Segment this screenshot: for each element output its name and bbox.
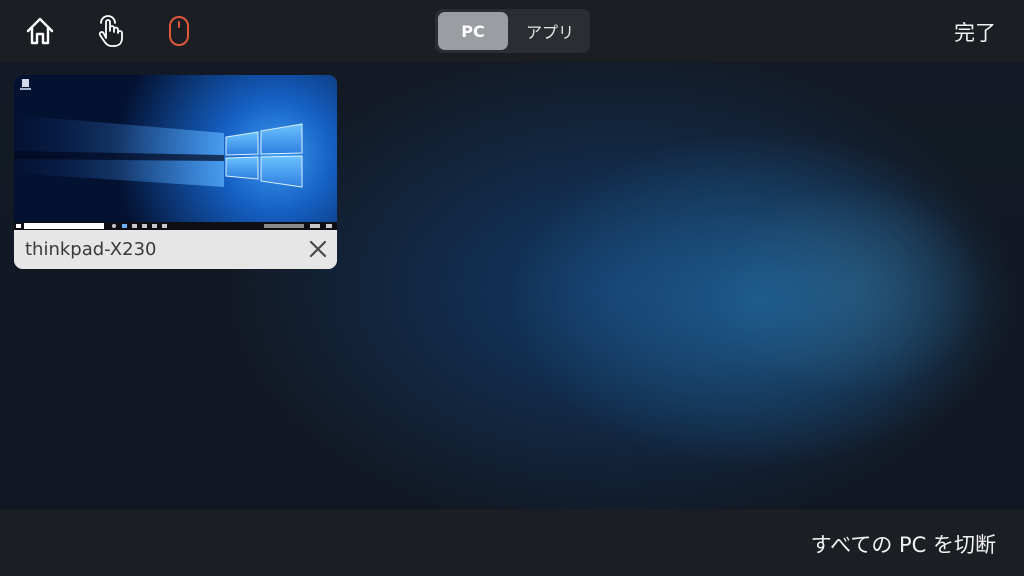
pc-apps-segmented-control: PC アプリ bbox=[435, 9, 590, 53]
session-card-thinkpad-x230[interactable]: thinkpad-X230 bbox=[14, 75, 337, 269]
top-toolbar: PC アプリ 完了 bbox=[0, 0, 1024, 62]
touch-mode-button[interactable] bbox=[92, 12, 128, 50]
touch-hand-icon bbox=[98, 15, 123, 47]
bottom-toolbar: すべての PC を切断 bbox=[0, 509, 1024, 576]
close-session-button[interactable] bbox=[307, 238, 329, 260]
session-thumbnail bbox=[14, 75, 337, 230]
disconnect-all-button[interactable]: すべての PC を切断 bbox=[811, 529, 996, 559]
mouse-icon bbox=[169, 16, 189, 46]
segment-apps[interactable]: アプリ bbox=[513, 12, 587, 50]
mouse-mode-button[interactable] bbox=[161, 12, 197, 50]
home-icon bbox=[26, 17, 54, 45]
segment-pc[interactable]: PC bbox=[438, 12, 508, 50]
remote-desktop-session-switcher: PC アプリ 完了 thinkpad-X230 すべての PC を切断 bbox=[0, 0, 1024, 576]
close-icon bbox=[309, 240, 327, 258]
session-card-footer: thinkpad-X230 bbox=[14, 230, 337, 269]
done-button[interactable]: 完了 bbox=[954, 17, 996, 47]
session-name: thinkpad-X230 bbox=[25, 239, 157, 260]
home-button[interactable] bbox=[22, 12, 58, 50]
